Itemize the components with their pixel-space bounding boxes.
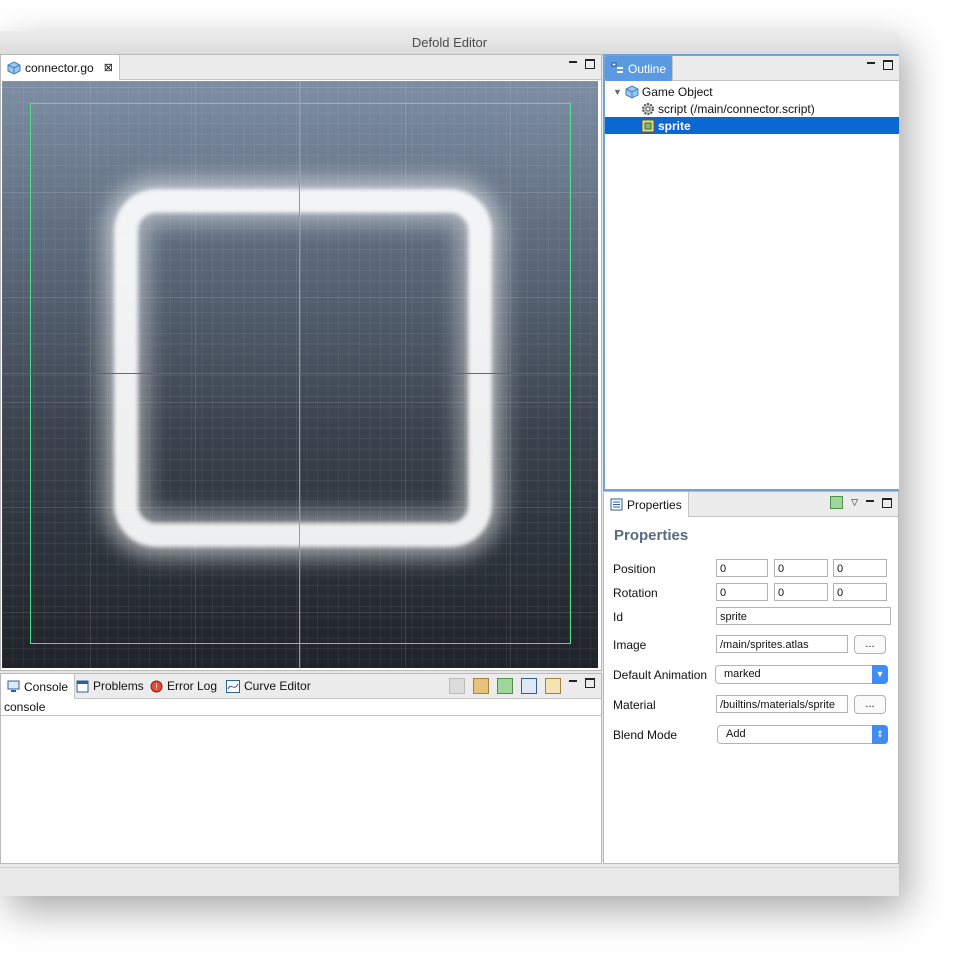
tab-problems[interactable]: Problems <box>70 674 150 698</box>
rotation-z-field[interactable]: 0 <box>833 583 887 601</box>
image-field[interactable]: /main/sprites.atlas <box>716 635 848 653</box>
sprite-icon <box>641 119 655 132</box>
svg-text:!: ! <box>155 682 157 691</box>
status-bar <box>0 867 899 896</box>
outline-panel: Outline ▼ Game Object script (/main/conn… <box>603 54 899 491</box>
rotation-label: Rotation <box>613 586 658 600</box>
y-axis-line <box>299 81 300 668</box>
curve-icon <box>226 679 240 693</box>
console-window-controls <box>569 678 595 688</box>
console-output[interactable] <box>1 716 601 863</box>
properties-panel: Properties ▽ Properties Position 0 0 0 R… <box>603 491 899 864</box>
game-object-cube-icon <box>7 60 21 75</box>
material-label: Material <box>613 698 656 712</box>
maximize-icon[interactable] <box>882 497 892 508</box>
blend-mode-value: Add <box>726 728 746 740</box>
gear-icon <box>642 102 654 115</box>
blend-mode-select[interactable]: Add ⇕ <box>717 725 888 744</box>
tab-connector-go[interactable]: connector.go ⊠ <box>1 55 120 80</box>
minimize-icon[interactable] <box>569 680 577 682</box>
tree-node-script[interactable]: script (/main/connector.script) <box>605 100 899 117</box>
outline-tree: ▼ Game Object script (/main/connector.sc… <box>605 82 899 489</box>
view-menu-icon[interactable]: ▽ <box>851 497 858 508</box>
scene-editor-panel: connector.go ⊠ <box>0 54 602 671</box>
maximize-icon[interactable] <box>883 60 893 70</box>
outline-icon <box>611 62 623 73</box>
tree-node-game-object[interactable]: ▼ Game Object <box>605 83 899 100</box>
problems-icon <box>76 680 89 692</box>
properties-icon <box>610 498 623 511</box>
maximize-icon[interactable] <box>585 59 595 69</box>
x-axis-line <box>2 373 598 374</box>
tab-error-log-label: Error Log <box>167 679 218 693</box>
minimize-icon[interactable] <box>569 61 577 63</box>
window-title: Defold Editor <box>411 35 488 50</box>
position-x-field[interactable]: 0 <box>716 559 768 577</box>
tab-curve-editor[interactable]: Curve Editor <box>220 674 317 698</box>
position-z-field[interactable]: 0 <box>833 559 887 577</box>
blend-mode-label: Blend Mode <box>613 728 678 742</box>
console-tabbar: Console Problems ! Error Log Curve Edito… <box>1 674 601 699</box>
tab-error-log[interactable]: ! Error Log <box>144 674 223 698</box>
clear-console-icon[interactable] <box>449 678 465 694</box>
material-field[interactable]: /builtins/materials/sprite <box>716 695 848 713</box>
position-label: Position <box>613 562 656 576</box>
tab-curve-editor-label: Curve Editor <box>244 679 311 693</box>
outline-window-controls <box>867 60 893 70</box>
pin-console-icon[interactable] <box>497 678 513 694</box>
tab-properties-label: Properties <box>627 497 682 512</box>
image-label: Image <box>613 638 647 652</box>
close-icon[interactable]: ⊠ <box>104 61 113 74</box>
default-animation-value: marked <box>724 668 761 680</box>
id-field[interactable]: sprite <box>716 607 891 625</box>
console-panel: Console Problems ! Error Log Curve Edito… <box>0 673 602 864</box>
editor-window-controls <box>569 59 595 69</box>
tab-console[interactable]: Console <box>1 674 76 699</box>
properties-tabbar: Properties ▽ <box>604 492 898 517</box>
title-bar: Defold Editor <box>0 31 899 55</box>
glowing-sprite[interactable] <box>114 189 492 547</box>
tree-node-label: script (/main/connector.script) <box>658 101 815 116</box>
display-console-icon[interactable] <box>521 678 537 694</box>
pin-icon[interactable] <box>830 496 844 509</box>
console-toolbar <box>449 678 561 694</box>
tab-outline[interactable]: Outline <box>605 56 674 81</box>
outline-tabbar: Outline <box>605 56 899 81</box>
rotation-y-field[interactable]: 0 <box>774 583 828 601</box>
open-console-icon[interactable] <box>545 678 561 694</box>
monitor-icon <box>7 680 20 692</box>
rotation-x-field[interactable]: 0 <box>716 583 768 601</box>
console-subheader: console <box>1 699 601 716</box>
default-animation-select[interactable]: marked ▼ <box>715 665 888 684</box>
scene-viewport[interactable] <box>2 81 598 668</box>
scroll-lock-icon[interactable] <box>473 678 489 694</box>
minimize-icon[interactable] <box>866 499 874 502</box>
editor-window: Defold Editor connector.go ⊠ Console Pro… <box>0 31 899 896</box>
tab-outline-label: Outline <box>628 61 667 76</box>
game-object-cube-icon <box>625 84 639 99</box>
id-label: Id <box>613 610 624 624</box>
expand-arrow-icon[interactable]: ▼ <box>613 87 622 97</box>
chevron-down-icon: ▼ <box>872 665 888 684</box>
properties-heading: Properties <box>614 527 689 544</box>
editor-tabbar: connector.go ⊠ <box>1 55 601 80</box>
maximize-icon[interactable] <box>585 678 595 688</box>
editor-tab-label: connector.go <box>25 60 94 75</box>
error-log-icon: ! <box>150 680 163 692</box>
tree-node-sprite[interactable]: sprite <box>605 117 899 134</box>
tab-properties[interactable]: Properties <box>604 492 689 517</box>
default-animation-label: Default Animation <box>613 668 708 682</box>
position-y-field[interactable]: 0 <box>774 559 828 577</box>
minimize-icon[interactable] <box>867 62 875 64</box>
material-browse-button[interactable]: ... <box>854 695 886 714</box>
tab-problems-label: Problems <box>93 679 144 693</box>
tab-console-label: Console <box>24 679 69 694</box>
image-browse-button[interactable]: ... <box>854 635 886 654</box>
properties-window-controls: ▽ <box>830 496 892 509</box>
tree-node-label: Game Object <box>641 84 713 99</box>
tree-node-label: sprite <box>658 118 691 133</box>
chevron-updown-icon: ⇕ <box>872 725 888 744</box>
